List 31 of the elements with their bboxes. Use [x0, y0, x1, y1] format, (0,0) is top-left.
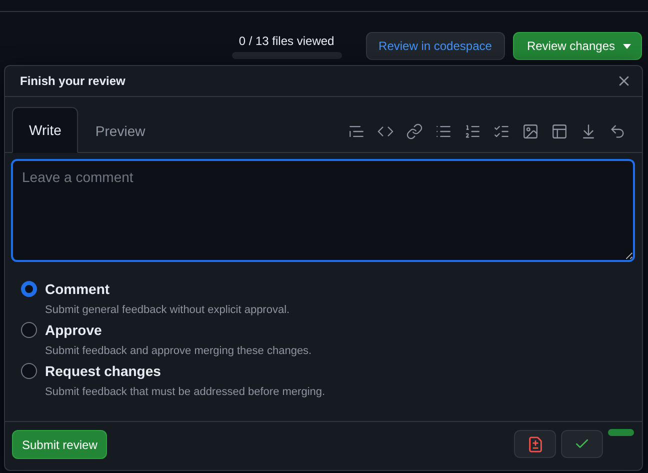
- caret-icon: [623, 44, 631, 48]
- radio-button[interactable]: [21, 322, 37, 338]
- file-diff-icon: [526, 436, 544, 452]
- option-label: Comment: [45, 281, 111, 297]
- editor-tab[interactable]: Write: [12, 107, 78, 153]
- undo-icon[interactable]: [609, 123, 626, 140]
- submit-review-button[interactable]: Submit review: [12, 430, 108, 459]
- file-diff-button[interactable]: [514, 430, 556, 458]
- editor-tab[interactable]: Preview: [78, 107, 162, 153]
- dialog-title: Finish your review: [20, 74, 126, 88]
- task-list-icon[interactable]: [493, 123, 510, 140]
- option-label: Approve: [45, 322, 103, 338]
- numbered-list-icon[interactable]: [464, 123, 481, 140]
- link-icon[interactable]: [406, 123, 423, 140]
- option-description: Submit general feedback without explicit approval.: [45, 304, 291, 316]
- option-description: Submit feedback and approve merging these changes.: [45, 345, 313, 357]
- table-icon[interactable]: [551, 123, 568, 140]
- bulleted-list-icon[interactable]: [435, 123, 452, 140]
- comment-field[interactable]: Leave a comment: [11, 159, 635, 262]
- option-label: Request changes: [45, 363, 162, 379]
- option-description: Submit feedback that must be addressed before merging.: [45, 386, 326, 398]
- status-pill: [608, 429, 634, 436]
- download-icon[interactable]: [580, 123, 597, 140]
- files-viewed-count: 0 / 13 files viewed: [238, 34, 334, 48]
- radio-button[interactable]: [21, 363, 37, 379]
- review-in-codespace-button[interactable]: Review in codespace: [366, 32, 505, 60]
- check-button[interactable]: [561, 430, 603, 458]
- review-changes-button[interactable]: Review changes: [512, 32, 642, 60]
- image-icon[interactable]: [522, 123, 539, 140]
- quote-icon[interactable]: [348, 123, 365, 140]
- radio-button[interactable]: [21, 281, 37, 297]
